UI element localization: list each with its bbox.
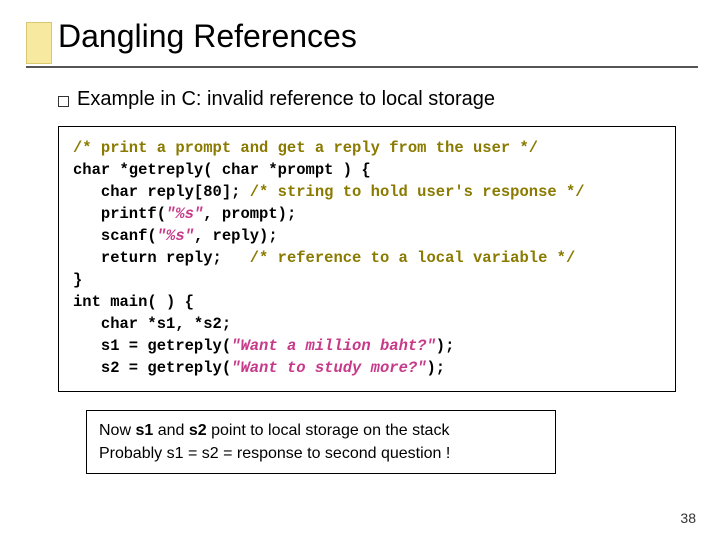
code-line: char reply[80]; <box>73 183 250 201</box>
code-line: s2 = getreply( <box>73 359 231 377</box>
code-string: "Want to study more?" <box>231 359 426 377</box>
code-line: scanf( <box>73 227 157 245</box>
title-accent-box <box>26 22 52 64</box>
note-box: Now s1 and s2 point to local storage on … <box>86 410 556 474</box>
bullet-item: Example in C: invalid reference to local… <box>58 88 495 111</box>
note-line-2: Probably s1 = s2 = response to second qu… <box>99 442 543 465</box>
code-comment: /* string to hold user's response */ <box>250 183 585 201</box>
slide-title: Dangling References <box>58 18 357 55</box>
note-text: and <box>153 422 189 439</box>
code-comment: /* reference to a local variable */ <box>250 249 576 267</box>
code-line: ); <box>426 359 445 377</box>
note-text: Now <box>99 422 135 439</box>
page-number: 38 <box>680 510 696 526</box>
note-bold: s1 <box>135 422 153 439</box>
code-line: s1 = getreply( <box>73 337 231 355</box>
code-line: char *s1, *s2; <box>73 315 231 333</box>
bullet-square-icon <box>58 96 69 107</box>
code-line: printf( <box>73 205 166 223</box>
code-string: "%s" <box>166 205 203 223</box>
code-line: char *getreply( char *prompt ) { <box>73 161 371 179</box>
note-line-1: Now s1 and s2 point to local storage on … <box>99 419 543 442</box>
code-line: int main( ) { <box>73 293 194 311</box>
code-string: "Want a million baht?" <box>231 337 436 355</box>
bullet-text: Example in C: invalid reference to local… <box>77 88 495 111</box>
code-line: ); <box>436 337 455 355</box>
code-line: } <box>73 271 82 289</box>
note-text: point to local storage on the stack <box>207 422 450 439</box>
title-underline <box>26 66 698 68</box>
code-comment: /* print a prompt and get a reply from t… <box>73 139 538 157</box>
slide: Dangling References Example in C: invali… <box>0 0 720 540</box>
code-block: /* print a prompt and get a reply from t… <box>58 126 676 392</box>
code-line: return reply; <box>73 249 250 267</box>
code-string: "%s" <box>157 227 194 245</box>
code-line: , prompt); <box>203 205 296 223</box>
note-bold: s2 <box>189 422 207 439</box>
code-line: , reply); <box>194 227 278 245</box>
